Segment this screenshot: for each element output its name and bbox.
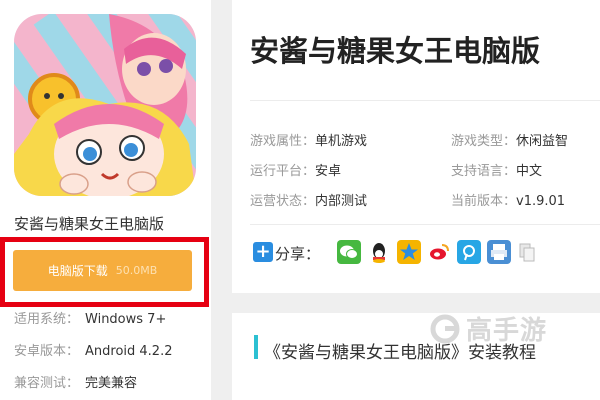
watermark-text: 高手游 <box>466 316 548 346</box>
info-key: 运营状态： <box>250 194 316 209</box>
spec-value: Windows 7+ <box>85 312 167 327</box>
spec-key: 适用系统： <box>14 312 80 327</box>
page-title: 安酱与糖果女王电脑版 <box>250 34 541 68</box>
info-value: 单机游戏 <box>315 134 368 149</box>
qq-icon[interactable] <box>367 240 391 264</box>
info-value: 内部测试 <box>315 194 368 209</box>
info-value: 休闲益智 <box>516 134 569 149</box>
print-icon[interactable] <box>487 240 511 264</box>
info-version: 当前版本：v1.9.01 <box>451 190 565 209</box>
info-key: 支持语言： <box>451 164 517 179</box>
spec-key: 兼容测试： <box>14 376 80 391</box>
divider <box>250 224 600 225</box>
info-status: 运营状态：内部测试 <box>250 190 367 209</box>
app-icon[interactable] <box>14 14 196 196</box>
info-value: 安卓 <box>315 164 342 179</box>
share-label: 分享： <box>275 245 321 263</box>
spec-row-compat: 兼容测试： 完美兼容 <box>14 372 137 391</box>
info-game-type: 游戏类型：休闲益智 <box>451 130 568 149</box>
info-language: 支持语言：中文 <box>451 160 542 179</box>
app-name: 安酱与糖果女王电脑版 <box>14 215 165 233</box>
watermark: 高手游 <box>430 310 547 347</box>
info-platform: 运行平台：安卓 <box>250 160 341 179</box>
divider <box>250 100 600 101</box>
download-size: 50.0MB <box>115 264 158 277</box>
spec-row-system: 适用系统： Windows 7+ <box>14 308 166 327</box>
spec-row-android: 安卓版本： Android 4.2.2 <box>14 340 173 359</box>
wechat-icon[interactable] <box>337 240 361 264</box>
info-value: 中文 <box>516 164 543 179</box>
weibo-icon[interactable] <box>427 240 451 264</box>
watermark-logo-icon <box>430 314 460 343</box>
spec-value: Android 4.2.2 <box>85 344 173 359</box>
info-key: 当前版本： <box>451 194 517 209</box>
section-accent-bar <box>254 335 258 359</box>
pc-download-button[interactable]: 电脑版下载 50.0MB <box>13 250 192 291</box>
share-plus-icon[interactable]: + <box>253 242 273 262</box>
info-key: 运行平台： <box>250 164 316 179</box>
qzone-icon[interactable] <box>397 240 421 264</box>
spec-value: 完美兼容 <box>85 376 138 391</box>
copy-icon[interactable] <box>515 240 539 264</box>
info-key: 游戏类型： <box>451 134 517 149</box>
tencent-weibo-icon[interactable] <box>457 240 481 264</box>
info-value: v1.9.01 <box>516 194 566 209</box>
app-sidebar-card: 安酱与糖果女王电脑版 电脑版下载 50.0MB 适用系统： Windows 7+ … <box>0 0 211 400</box>
info-game-attribute: 游戏属性：单机游戏 <box>250 130 367 149</box>
download-button-label: 电脑版下载 <box>47 264 108 278</box>
game-info-card: 安酱与糖果女王电脑版 游戏属性：单机游戏 游戏类型：休闲益智 运行平台：安卓 支… <box>232 0 600 293</box>
info-key: 游戏属性： <box>250 134 316 149</box>
spec-key: 安卓版本： <box>14 344 80 359</box>
